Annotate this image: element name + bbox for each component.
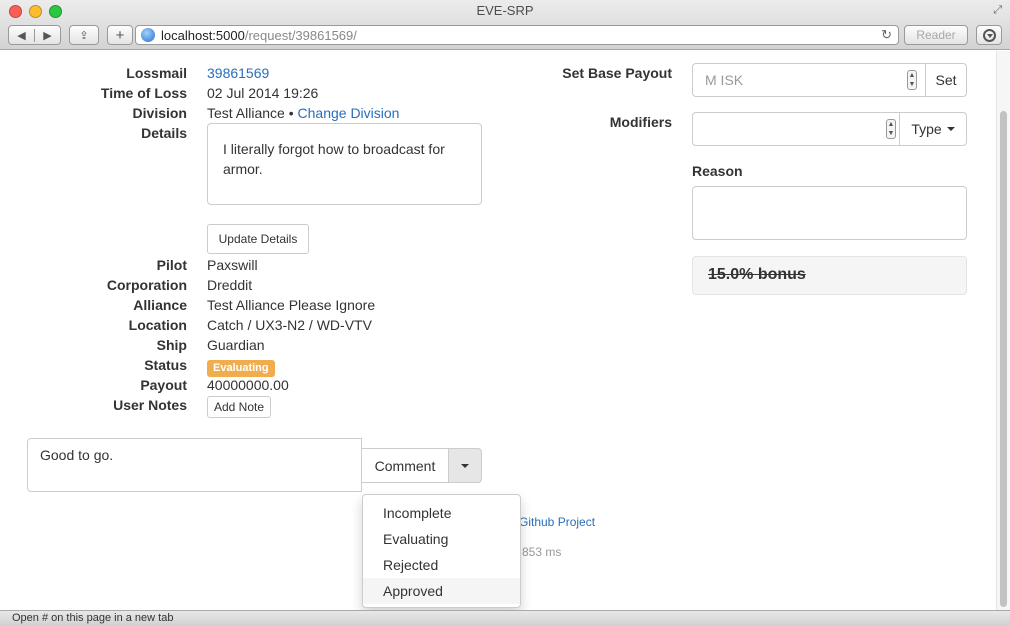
status-value: Evaluating — [207, 358, 275, 377]
back-forward-group: ◀ ▶ — [8, 25, 61, 45]
details-label: Details — [141, 125, 187, 141]
voided-modifier[interactable]: 15.0% bonus — [708, 266, 806, 283]
update-details-button[interactable]: Update Details — [207, 224, 309, 254]
payout-value: 40000000.00 — [207, 377, 289, 393]
modifiers-label: Modifiers — [609, 114, 672, 130]
github-project-link[interactable]: Github Project — [519, 515, 595, 529]
globe-icon — [141, 28, 155, 42]
time-of-loss-value: 02 Jul 2014 19:26 — [207, 85, 319, 101]
pilot-label: Pilot — [156, 257, 187, 273]
reader-button[interactable]: Reader — [904, 25, 968, 45]
ship-label: Ship — [156, 337, 187, 353]
url-host: localhost:5000 — [161, 27, 245, 43]
vertical-scrollbar[interactable] — [996, 51, 1010, 610]
caret-down-icon — [946, 127, 955, 131]
lossmail-label: Lossmail — [126, 65, 187, 81]
status-badge: Evaluating — [207, 360, 275, 377]
scrollbar-thumb[interactable] — [1000, 111, 1007, 607]
url-path: /request/39861569/ — [244, 27, 357, 43]
corporation-label: Corporation — [106, 277, 187, 293]
fullscreen-icon[interactable]: ⤢ — [993, 4, 1002, 17]
forward-icon[interactable]: ▶ — [34, 28, 60, 42]
share-icon: ⇪ — [79, 29, 89, 42]
caret-down-icon — [461, 463, 469, 468]
modifier-type-label: Type — [911, 121, 942, 137]
browser-statusbar: Open # on this page in a new tab — [0, 610, 1010, 626]
dropdown-item-evaluating[interactable]: Evaluating — [363, 526, 520, 552]
user-notes-label: User Notes — [113, 397, 187, 413]
modifier-value-input[interactable]: ▲ ▼ — [692, 112, 900, 146]
alliance-label: Alliance — [133, 297, 187, 313]
change-division-link[interactable]: Change Division — [298, 105, 400, 121]
comment-textarea[interactable]: Good to go. — [27, 438, 362, 492]
payout-label: Payout — [140, 377, 187, 393]
back-icon[interactable]: ◀ — [9, 29, 34, 42]
plus-icon: + — [115, 26, 125, 44]
reason-textarea[interactable] — [692, 186, 967, 240]
number-spinner-icon[interactable]: ▲ ▼ — [886, 119, 896, 139]
alliance-value: Test Alliance Please Ignore — [207, 297, 376, 313]
corporation-value: Dreddit — [207, 277, 253, 293]
pilot-value: Paxswill — [207, 257, 258, 273]
dropdown-item-incomplete[interactable]: Incomplete — [363, 500, 520, 526]
division-value: Test Alliance • Change Division — [207, 105, 399, 121]
time-of-loss-label: Time of Loss — [100, 85, 187, 101]
division-separator: • — [288, 105, 294, 121]
set-payout-button[interactable]: Set — [925, 63, 967, 97]
reason-label: Reason — [692, 163, 743, 179]
details-text[interactable]: I literally forgot how to broadcast for … — [207, 123, 482, 205]
modifier-type-button[interactable]: Type — [899, 112, 967, 146]
base-payout-label: Set Base Payout — [562, 65, 672, 81]
browser-titlebar: EVE-SRP ⤢ ◀ ▶ ⇪ + localhost:5000 /reques… — [0, 0, 1010, 50]
dropdown-item-rejected[interactable]: Rejected — [363, 552, 520, 578]
division-name: Test Alliance — [207, 105, 285, 121]
division-label: Division — [132, 105, 187, 121]
share-button[interactable]: ⇪ — [69, 25, 99, 45]
number-spinner-icon[interactable]: ▲ ▼ — [907, 70, 917, 90]
dropdown-item-approved[interactable]: Approved — [363, 578, 520, 604]
location-value: Catch / UX3-N2 / WD-VTV — [207, 317, 372, 333]
address-bar[interactable]: localhost:5000 /request/39861569/ ↻ — [135, 25, 899, 45]
add-note-button[interactable]: Add Note — [207, 396, 271, 418]
base-payout-input[interactable]: M ISK ▲ ▼ — [692, 63, 926, 97]
page-content: Lossmail 39861569 Time of Loss 02 Jul 20… — [0, 51, 996, 610]
status-label: Status — [144, 357, 187, 373]
modifier-list: 15.0% bonus — [692, 256, 967, 295]
render-time: 853 ms — [522, 545, 562, 559]
ship-value: Guardian — [207, 337, 265, 353]
download-icon — [982, 28, 996, 42]
new-tab-button[interactable]: + — [107, 25, 133, 45]
window-title: EVE-SRP — [476, 3, 534, 18]
location-label: Location — [128, 317, 187, 333]
reload-icon[interactable]: ↻ — [881, 27, 892, 43]
base-payout-placeholder: M ISK — [705, 72, 744, 88]
lossmail-link[interactable]: 39861569 — [207, 65, 269, 81]
status-dropdown-menu: Incomplete Evaluating Rejected Approved — [362, 494, 521, 608]
status-dropdown-toggle[interactable] — [448, 448, 482, 483]
downloads-button[interactable] — [976, 25, 1002, 45]
comment-button[interactable]: Comment — [361, 448, 449, 483]
